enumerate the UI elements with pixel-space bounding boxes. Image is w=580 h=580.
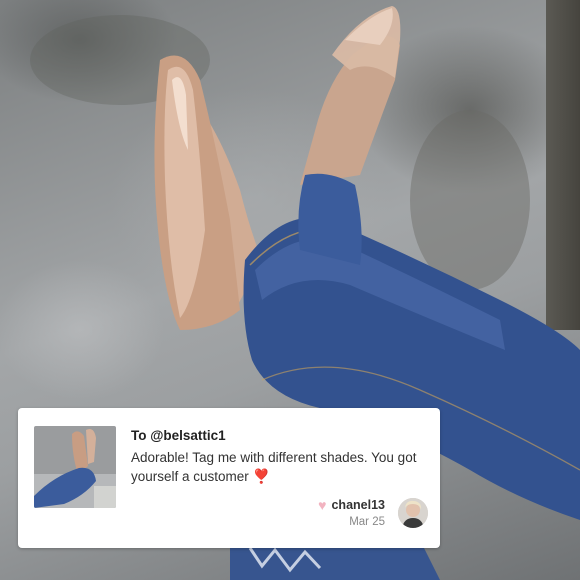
avatar-image [398,498,428,528]
comment-text: Adorable! Tag me with different shades. … [131,450,417,484]
thumbnail-image [34,426,116,508]
avatar[interactable] [398,498,428,528]
heart-exclamation-icon: ❣️ [252,468,270,484]
heart-icon[interactable]: ♥ [318,498,326,512]
comment-username[interactable]: chanel13 [331,498,385,512]
comment-recipient[interactable]: To @belsattic1 [131,428,226,443]
comment-text-block: Adorable! Tag me with different shades. … [131,448,427,486]
comment-card[interactable]: To @belsattic1 Adorable! Tag me with dif… [18,408,440,548]
listing-thumbnail[interactable] [34,426,116,508]
comment-meta: ♥ chanel13 [318,498,385,512]
comment-date: Mar 25 [349,516,385,528]
